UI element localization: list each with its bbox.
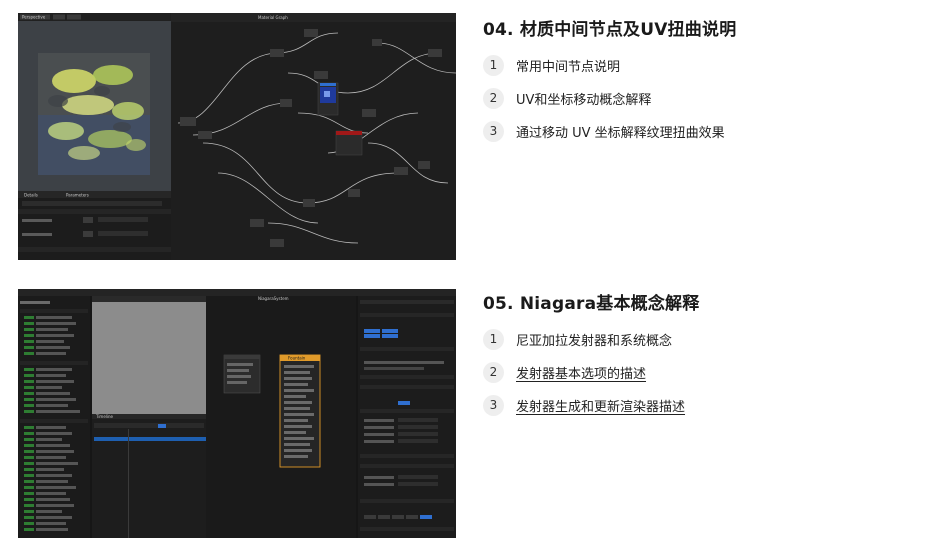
graph-title-label: NiagaraSystem: [258, 296, 289, 301]
item-label: 尼亚加拉发射器和系统概念: [516, 333, 673, 349]
niagara-editor-screenshot: Timeline NiagaraSystem Fountain: [18, 289, 456, 538]
list-item: 2 UV和坐标移动概念解释: [483, 87, 903, 109]
item-label: 常用中间节点说明: [516, 59, 621, 75]
list-item: 1 常用中间节点说明: [483, 54, 903, 76]
timeline-tab-label: Timeline: [95, 414, 114, 419]
item-label: UV和坐标移动概念解释: [516, 92, 652, 108]
details-tab-label: Details: [24, 193, 38, 198]
item-number-badge: 3: [483, 394, 504, 416]
item-link-label[interactable]: 发射器基本选项的描述: [516, 363, 646, 382]
graph-tab-label: Material Graph: [258, 15, 288, 20]
section-title: 04. 材质中间节点及UV扭曲说明: [483, 20, 737, 40]
list-item: 3 通过移动 UV 坐标解释纹理扭曲效果: [483, 120, 903, 142]
item-number-badge: 2: [483, 87, 504, 109]
item-number-badge: 1: [483, 328, 504, 350]
section-material-nodes: 04. 材质中间节点及UV扭曲说明 1 常用中间节点说明 2 UV和坐标移动概念…: [483, 18, 903, 153]
emitter-node-label: Fountain: [288, 356, 306, 361]
item-link-label[interactable]: 发射器生成和更新渲染器描述: [516, 396, 685, 415]
viewport-tab-label: Perspective: [22, 15, 46, 20]
item-number-badge: 1: [483, 54, 504, 76]
section-title: 05. Niagara基本概念解释: [483, 294, 700, 314]
system-node: [223, 354, 261, 394]
list-item[interactable]: 3 发射器生成和更新渲染器描述: [483, 394, 903, 416]
section-niagara-concepts: 05. Niagara基本概念解释 1 尼亚加拉发射器和系统概念 2 发射器基本…: [483, 292, 903, 427]
item-number-badge: 2: [483, 361, 504, 383]
item-number-badge: 3: [483, 120, 504, 142]
emitter-node: Fountain: [279, 354, 321, 468]
material-editor-screenshot: Perspective Details Parameters Material …: [18, 13, 456, 260]
list-item[interactable]: 2 发射器基本选项的描述: [483, 361, 903, 383]
item-label: 通过移动 UV 坐标解释纹理扭曲效果: [516, 125, 725, 141]
list-item: 1 尼亚加拉发射器和系统概念: [483, 328, 903, 350]
parameters-tab-label: Parameters: [66, 193, 89, 198]
